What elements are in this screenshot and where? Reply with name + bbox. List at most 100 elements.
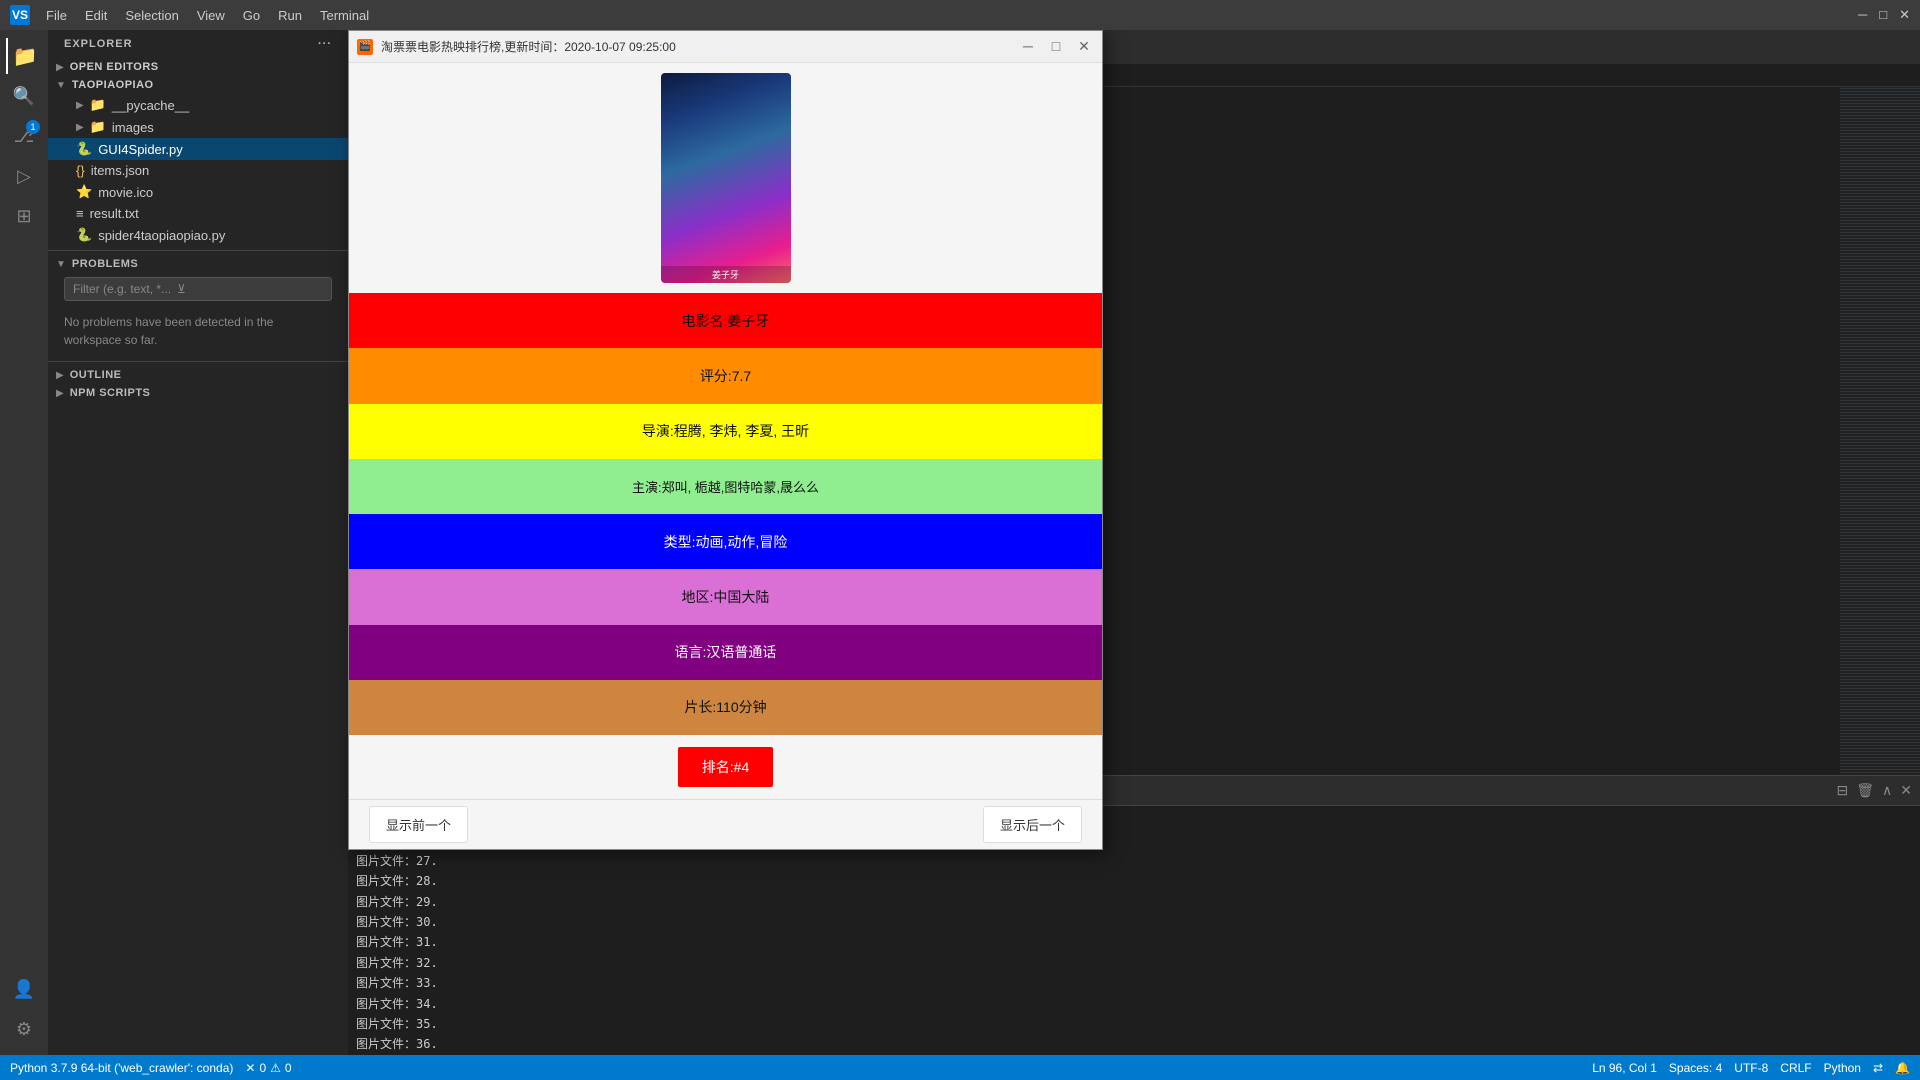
menu-file[interactable]: File	[38, 6, 75, 25]
status-line-ending[interactable]: CRLF	[1780, 1061, 1811, 1075]
explorer-title: EXPLORER	[64, 38, 133, 50]
panel-value: 35.	[416, 1017, 438, 1031]
arrow-right-icon: ▶	[76, 100, 84, 111]
actors-row: 主演:郑叫, 栀越,图特哈蒙,晟么么	[349, 459, 1102, 514]
sidebar-item-gui4spider[interactable]: 🐍 GUI4Spider.py	[48, 138, 348, 160]
title-bar: VS File Edit Selection View Go Run Termi…	[0, 0, 1920, 30]
problems-filter[interactable]: Filter (e.g. text, *... ⊻	[64, 277, 332, 301]
panel-controls: ⊟ 🗑 ∧ ✕	[1829, 782, 1920, 799]
status-errors[interactable]: ✕ 0 ⚠ 0	[245, 1061, 291, 1075]
settings-icon[interactable]: ⚙	[6, 1011, 42, 1047]
extensions-icon[interactable]: ⊞	[6, 198, 42, 234]
app-close-button[interactable]: ✕	[1074, 38, 1094, 55]
movie-poster: 姜子牙	[661, 73, 791, 283]
panel-line-4: 图片文件：28.	[356, 871, 1912, 891]
status-spaces[interactable]: Spaces: 4	[1669, 1061, 1722, 1075]
menu-go[interactable]: Go	[235, 6, 268, 25]
app-maximize-button[interactable]: □	[1046, 38, 1066, 55]
menu-edit[interactable]: Edit	[77, 6, 115, 25]
rank-button[interactable]: 排名:#4	[678, 747, 773, 787]
pycache-label: __pycache__	[112, 98, 189, 113]
error-icon: ✕	[245, 1061, 255, 1075]
panel-value: 32.	[416, 956, 438, 970]
sidebar: EXPLORER ··· ▶ OPEN EDITORS ▼ TAOPIAOPIA…	[48, 30, 348, 1055]
menu-view[interactable]: View	[189, 6, 233, 25]
director-row: 导演:程腾, 李炜, 李夏, 王昕	[349, 404, 1102, 459]
panel-label: 图片文件：	[356, 1037, 416, 1051]
next-movie-button[interactable]: 显示后一个	[983, 806, 1082, 843]
menu-bar: File Edit Selection View Go Run Terminal	[38, 6, 377, 25]
panel-label: 图片文件：	[356, 1017, 416, 1031]
minimize-button[interactable]: ─	[1858, 7, 1867, 23]
app-window-controls: ─ □ ✕	[1018, 38, 1094, 55]
sidebar-item-images[interactable]: ▶ 📁 images	[48, 116, 348, 138]
explorer-icon[interactable]: 📁	[6, 38, 42, 74]
menu-selection[interactable]: Selection	[117, 6, 186, 25]
status-encoding[interactable]: UTF-8	[1734, 1061, 1768, 1075]
sidebar-item-result-txt[interactable]: ≡ result.txt	[48, 203, 348, 224]
status-notification-icon[interactable]: 🔔	[1895, 1061, 1910, 1075]
panel-label: 图片文件：	[356, 997, 416, 1011]
sidebar-divider	[48, 250, 348, 251]
sidebar-item-open-editors[interactable]: ▶ OPEN EDITORS	[48, 58, 348, 76]
poster-overlay: 姜子牙	[661, 266, 791, 283]
status-left: Python 3.7.9 64-bit ('web_crawler': cond…	[10, 1061, 292, 1075]
status-language[interactable]: Python	[1824, 1061, 1861, 1075]
panel-label: 图片文件：	[356, 854, 416, 868]
panel-value: 30.	[416, 915, 438, 929]
run-debug-icon[interactable]: ▷	[6, 158, 42, 194]
npm-scripts-label: NPM SCRIPTS	[70, 387, 151, 399]
workspace-label: TAOPIAOPIAO	[72, 79, 154, 91]
activity-bar: 📁 🔍 ⎇1 ▷ ⊞ 👤 ⚙	[0, 30, 48, 1055]
folder-icon: 📁	[90, 97, 106, 113]
sidebar-item-items-json[interactable]: {} items.json	[48, 160, 348, 181]
prev-movie-button[interactable]: 显示前一个	[369, 806, 468, 843]
sidebar-item-pycache[interactable]: ▶ 📁 __pycache__	[48, 94, 348, 116]
account-icon[interactable]: 👤	[6, 971, 42, 1007]
explorer-more-icon[interactable]: ···	[318, 38, 332, 50]
sidebar-outline-header[interactable]: ▶ OUTLINE	[48, 366, 348, 384]
source-control-badge: 1	[26, 120, 40, 134]
panel-label: 图片文件：	[356, 895, 416, 909]
panel-close-icon[interactable]: ✕	[1900, 782, 1912, 799]
menu-run[interactable]: Run	[270, 6, 310, 25]
panel-label: 图片文件：	[356, 935, 416, 949]
sidebar-item-workspace[interactable]: ▼ TAOPIAOPIAO	[48, 76, 348, 94]
status-git-branch[interactable]: Python 3.7.9 64-bit ('web_crawler': cond…	[10, 1061, 233, 1075]
sidebar-npm-scripts-header[interactable]: ▶ NPM SCRIPTS	[48, 384, 348, 402]
sidebar-item-movie-ico[interactable]: ⭐ movie.ico	[48, 181, 348, 203]
close-button[interactable]: ✕	[1899, 7, 1910, 23]
rank-row: 排名:#4	[349, 735, 1102, 799]
status-line-col[interactable]: Ln 96, Col 1	[1592, 1061, 1657, 1075]
python-file-icon: 🐍	[76, 141, 92, 157]
app-title-text: 🎬 淘票票电影热映排行榜,更新时间：2020-10-07 09:25:00	[357, 38, 676, 55]
maximize-button[interactable]: □	[1879, 7, 1887, 23]
rating-text: 评分:7.7	[700, 366, 751, 386]
filter-placeholder: Filter (e.g. text, *...	[73, 282, 171, 296]
sidebar-item-spider4taopiaopiao[interactable]: 🐍 spider4taopiaopiao.py	[48, 224, 348, 246]
actors-text: 主演:郑叫, 栀越,图特哈蒙,晟么么	[632, 477, 819, 496]
type-text: 类型:动画,动作,冒险	[664, 532, 788, 552]
panel-trash-icon[interactable]: 🗑	[1856, 782, 1874, 799]
panel-up-icon[interactable]: ∧	[1882, 782, 1892, 799]
source-control-icon[interactable]: ⎇1	[6, 118, 42, 154]
app-window: 🎬 淘票票电影热映排行榜,更新时间：2020-10-07 09:25:00 ─ …	[348, 30, 1103, 850]
status-sync-icon[interactable]: ⇄	[1873, 1061, 1883, 1075]
open-editors-label: OPEN EDITORS	[70, 61, 159, 73]
panel-label: 图片文件：	[356, 956, 416, 970]
main-layout: 📁 🔍 ⎇1 ▷ ⊞ 👤 ⚙ EXPLORER ··· ▶ OPEN EDITO…	[0, 30, 1920, 1055]
panel-split-icon[interactable]: ⊟	[1837, 782, 1849, 799]
outline-arrow-icon: ▶	[56, 370, 64, 381]
app-icon: 🎬	[357, 39, 373, 55]
movie-name-row: 电影名:姜子牙	[349, 293, 1102, 348]
sidebar-problems-header[interactable]: ▼ PROBLEMS	[48, 255, 348, 273]
app-minimize-button[interactable]: ─	[1018, 38, 1038, 55]
movie-name-text: 电影名:姜子牙	[682, 311, 770, 331]
panel-value: 27.	[416, 854, 438, 868]
language-row: 语言:汉语普通话	[349, 625, 1102, 680]
rating-row: 评分:7.7	[349, 348, 1102, 403]
menu-terminal[interactable]: Terminal	[312, 6, 377, 25]
json-icon: {}	[76, 163, 85, 178]
images-label: images	[112, 120, 154, 135]
search-icon[interactable]: 🔍	[6, 78, 42, 114]
